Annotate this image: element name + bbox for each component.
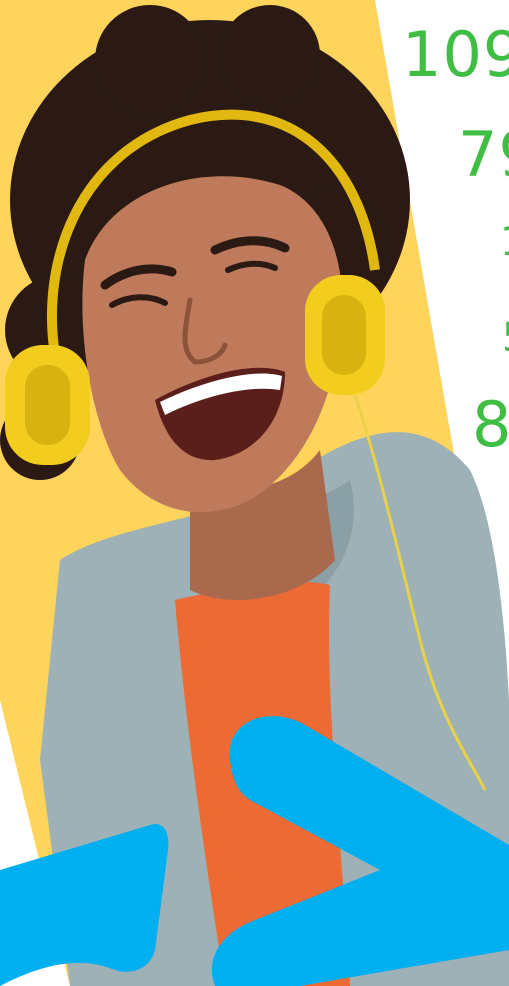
- photo-artwork: [0, 0, 509, 986]
- arc-swoosh-icon: [0, 824, 169, 986]
- hero-image: 109 79 1 5 8: [0, 0, 509, 986]
